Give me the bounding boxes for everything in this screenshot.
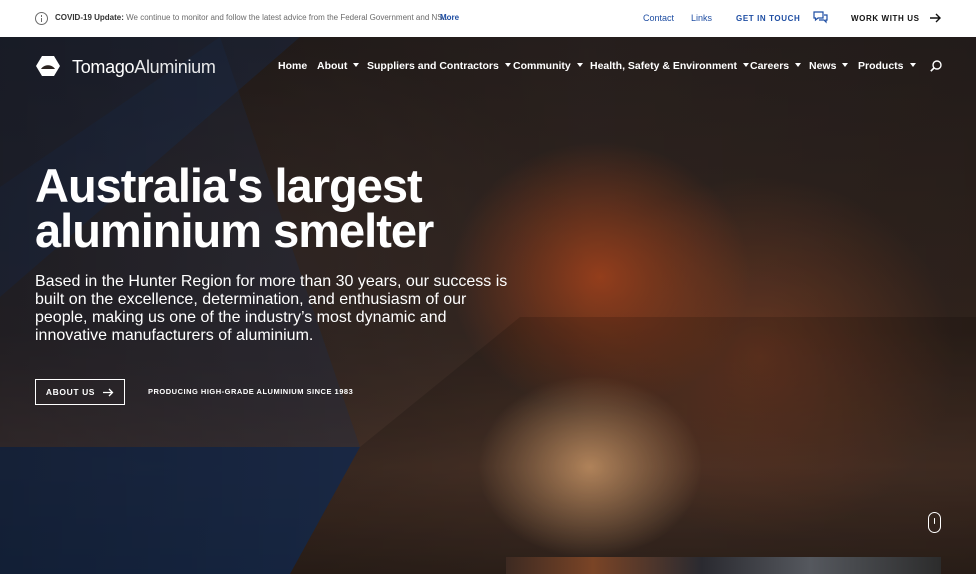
nav-news-label: News [809,60,837,72]
nav-home[interactable]: Home [278,60,307,72]
search-icon[interactable] [930,60,942,72]
nav-community-label: Community [513,60,571,72]
nav-products[interactable]: Products [858,60,916,72]
alert-message: We continue to monitor and follow the la… [126,13,451,22]
nav-suppliers-label: Suppliers and Contractors [367,60,499,72]
chevron-down-icon [795,63,802,68]
hero-section: TomagoAluminium Home About Suppliers and… [0,37,976,574]
brand-logo-text[interactable]: TomagoAluminium [72,57,216,78]
featured-image-preview [506,557,941,574]
hero-title: Australia's largest aluminium smelter [35,159,434,257]
brand-name-bold: Tomago [72,57,135,77]
chevron-down-icon [353,63,360,68]
get-in-touch-link[interactable]: GET IN TOUCH [736,14,800,23]
chevron-down-icon [504,63,511,68]
chat-icon[interactable] [813,11,828,26]
chevron-down-icon [909,63,916,68]
work-with-us-link[interactable]: WORK WITH US [851,14,920,23]
hero-tagline: PRODUCING HIGH-GRADE ALUMINIUM SINCE 198… [148,387,354,396]
contact-link[interactable]: Contact [643,13,674,23]
nav-careers[interactable]: Careers [750,60,802,72]
nav-about[interactable]: About [317,60,360,72]
brand-name-light: Aluminium [134,57,216,77]
chevron-down-icon [576,63,583,68]
nav-news[interactable]: News [809,60,849,72]
alert-prefix: COVID-19 Update: [55,13,124,22]
hero-description: Based in the Hunter Region for more than… [35,273,508,344]
nav-suppliers[interactable]: Suppliers and Contractors [367,60,511,72]
links-link[interactable]: Links [691,13,712,23]
top-bar: COVID-19 Update: We continue to monitor … [0,0,976,37]
arrow-right-icon [103,388,114,396]
nav-hse[interactable]: Health, Safety & Environment [590,60,750,72]
nav-about-label: About [317,60,348,72]
tomago-logo-mark[interactable] [35,55,61,77]
nav-community[interactable]: Community [513,60,583,72]
nav-products-label: Products [858,60,904,72]
chevron-down-icon [842,63,849,68]
chevron-down-icon [743,63,750,68]
about-us-label: ABOUT US [45,387,96,397]
nav-careers-label: Careers [750,60,790,72]
about-us-button[interactable]: ABOUT US [35,379,125,405]
arrow-right-icon[interactable] [930,13,942,23]
nav-hse-label: Health, Safety & Environment [590,60,738,72]
alert-more-link[interactable]: More [440,13,459,22]
scroll-mouse-icon[interactable] [928,512,941,533]
covid-alert: COVID-19 Update: We continue to monitor … [55,13,451,22]
info-icon [35,12,48,25]
